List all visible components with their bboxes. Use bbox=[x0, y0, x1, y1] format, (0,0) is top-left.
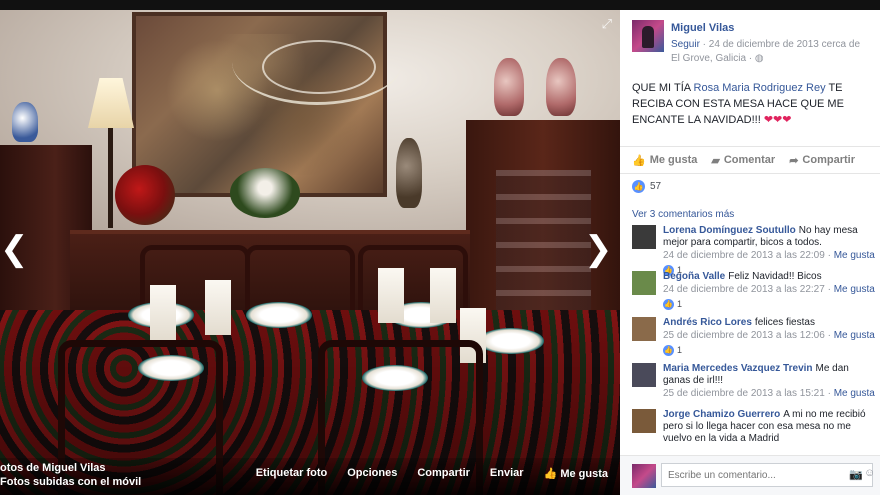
like-icon: 👍 bbox=[663, 298, 674, 310]
avatar[interactable] bbox=[632, 271, 656, 295]
share-post-button[interactable]: ➦ Compartir bbox=[789, 154, 855, 167]
globe-icon: ◍ bbox=[754, 53, 764, 64]
avatar[interactable] bbox=[632, 20, 664, 52]
previous-photo-button[interactable]: ❮ bbox=[0, 230, 29, 268]
vase bbox=[396, 138, 422, 208]
photo-viewer: ❮ ❯ ⤢ otos de Miguel Vilas Fotos subidas… bbox=[0, 0, 620, 495]
comment-likes[interactable]: 👍 1 bbox=[663, 344, 878, 356]
vase bbox=[546, 58, 576, 116]
commenter-name[interactable]: Jorge Chamizo Guerrero bbox=[663, 409, 780, 420]
emoji-icon[interactable]: ☺ bbox=[864, 467, 875, 479]
send-button[interactable]: Enviar bbox=[490, 467, 524, 480]
comment-input[interactable] bbox=[661, 463, 873, 487]
comment-timestamp[interactable]: 25 de diciembre de 2013 a las 12:06 bbox=[663, 330, 825, 341]
post-actions: 👍 Me gusta ▰ Comentar ➦ Compartir bbox=[620, 146, 880, 174]
comment-like-count: 1 bbox=[677, 345, 683, 355]
comment-likes[interactable]: 👍 1 bbox=[663, 298, 878, 310]
comment-text: Feliz Navidad!! Bicos bbox=[728, 271, 822, 282]
comment-like-link[interactable]: Me gusta bbox=[834, 284, 875, 295]
post-text: QUE MI TÍA Rosa Maria Rodriguez Rey TE R… bbox=[632, 82, 844, 126]
comment-icon: ▰ bbox=[711, 154, 720, 167]
comment-item: Begoña Valle Feliz Navidad!! Bicos 24 de d… bbox=[632, 271, 878, 317]
photo-actions: Etiquetar foto Opciones Compartir Enviar… bbox=[256, 467, 608, 480]
comment-button[interactable]: ▰ Comentar bbox=[711, 154, 775, 167]
options-button[interactable]: Opciones bbox=[347, 467, 397, 480]
like-button[interactable]: 👍 Me gusta bbox=[544, 467, 608, 480]
avatar[interactable] bbox=[632, 317, 656, 341]
comment-item: Lorena Domínguez Soutullo No hay mesa mej… bbox=[632, 225, 878, 276]
author-name[interactable]: Miguel Vilas bbox=[671, 22, 734, 34]
comment-text: felices fiestas bbox=[754, 317, 815, 328]
commenter-name[interactable]: Andrés Rico Lores bbox=[663, 317, 752, 328]
comment-item: Andrés Rico Lores felices fiestas 25 de di… bbox=[632, 317, 878, 363]
photo-footer: otos de Miguel Vilas Fotos subidas con e… bbox=[0, 458, 620, 495]
vase bbox=[494, 58, 524, 116]
album-subtitle[interactable]: Fotos subidas con el móvil bbox=[0, 476, 141, 488]
comment-list: Lorena Domínguez Soutullo No hay mesa mej… bbox=[632, 225, 878, 455]
mention-link[interactable]: Rosa Maria Rodriguez Rey bbox=[694, 82, 826, 94]
commenter-name[interactable]: Begoña Valle bbox=[663, 271, 725, 282]
christmas-table-photo bbox=[0, 10, 620, 495]
avatar bbox=[632, 464, 656, 488]
share-icon: ➦ bbox=[789, 154, 799, 167]
white-flowers bbox=[230, 168, 300, 218]
comment-item: Maria Mercedes Vazquez Trevin Me dan gana… bbox=[632, 363, 878, 409]
avatar[interactable] bbox=[632, 225, 656, 249]
comment-like-link[interactable]: Me gusta bbox=[834, 388, 875, 399]
thumb-icon: 👍 bbox=[632, 154, 646, 167]
like-post-button[interactable]: 👍 Me gusta bbox=[632, 154, 697, 167]
likes-count: 57 bbox=[650, 181, 662, 192]
avatar[interactable] bbox=[632, 363, 656, 387]
next-photo-button[interactable]: ❯ bbox=[584, 230, 613, 268]
camera-icon[interactable]: 📷 bbox=[849, 468, 863, 481]
vase bbox=[12, 102, 38, 142]
avatar[interactable] bbox=[632, 409, 656, 433]
comment-like-link[interactable]: Me gusta bbox=[834, 330, 875, 341]
album-title[interactable]: otos de Miguel Vilas bbox=[0, 462, 106, 474]
post-sidebar: Miguel Vilas Seguir · 24 de diciembre de… bbox=[620, 10, 880, 495]
comment-item: Jorge Chamizo Guerrero A mi no me recibió… bbox=[632, 409, 878, 455]
comment-timestamp[interactable]: 24 de diciembre de 2013 a las 22:27 bbox=[663, 284, 825, 295]
commenter-name[interactable]: Lorena Domínguez Soutullo bbox=[663, 225, 796, 236]
comment-like-link[interactable]: Me gusta bbox=[834, 250, 875, 261]
like-icon: 👍 bbox=[632, 180, 645, 193]
share-button[interactable]: Compartir bbox=[417, 467, 470, 480]
tag-photo-button[interactable]: Etiquetar foto bbox=[256, 467, 328, 480]
expand-icon[interactable]: ⤢ bbox=[602, 16, 612, 32]
comment-timestamp[interactable]: 25 de diciembre de 2013 a las 15:21 bbox=[663, 388, 825, 399]
heart-icon: ❤❤❤ bbox=[763, 114, 792, 126]
view-more-comments-link[interactable]: Ver 3 comentarios más bbox=[632, 209, 734, 220]
poinsettia bbox=[115, 165, 175, 225]
commenter-name[interactable]: Maria Mercedes Vazquez Trevin bbox=[663, 363, 813, 374]
thumb-icon: 👍 bbox=[543, 468, 561, 480]
top-bar bbox=[0, 0, 880, 10]
comment-timestamp[interactable]: 24 de diciembre de 2013 a las 22:09 bbox=[663, 250, 825, 261]
comment-like-count: 1 bbox=[677, 299, 683, 309]
chandelier bbox=[232, 20, 402, 105]
likes-summary[interactable]: 👍 57 bbox=[632, 180, 661, 193]
post-meta: Seguir · 24 de diciembre de 2013 cerca d… bbox=[671, 39, 861, 64]
like-icon: 👍 bbox=[663, 344, 674, 356]
follow-link[interactable]: Seguir bbox=[671, 39, 700, 50]
comment-composer: 📷 ☺ bbox=[620, 455, 880, 495]
